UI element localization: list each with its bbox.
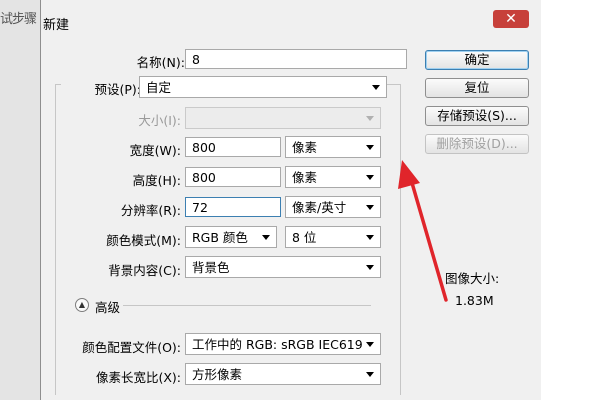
annotation-arrow xyxy=(398,160,448,302)
annotation-arrow-shaft xyxy=(408,174,448,302)
annotation-arrow-head xyxy=(398,160,420,189)
